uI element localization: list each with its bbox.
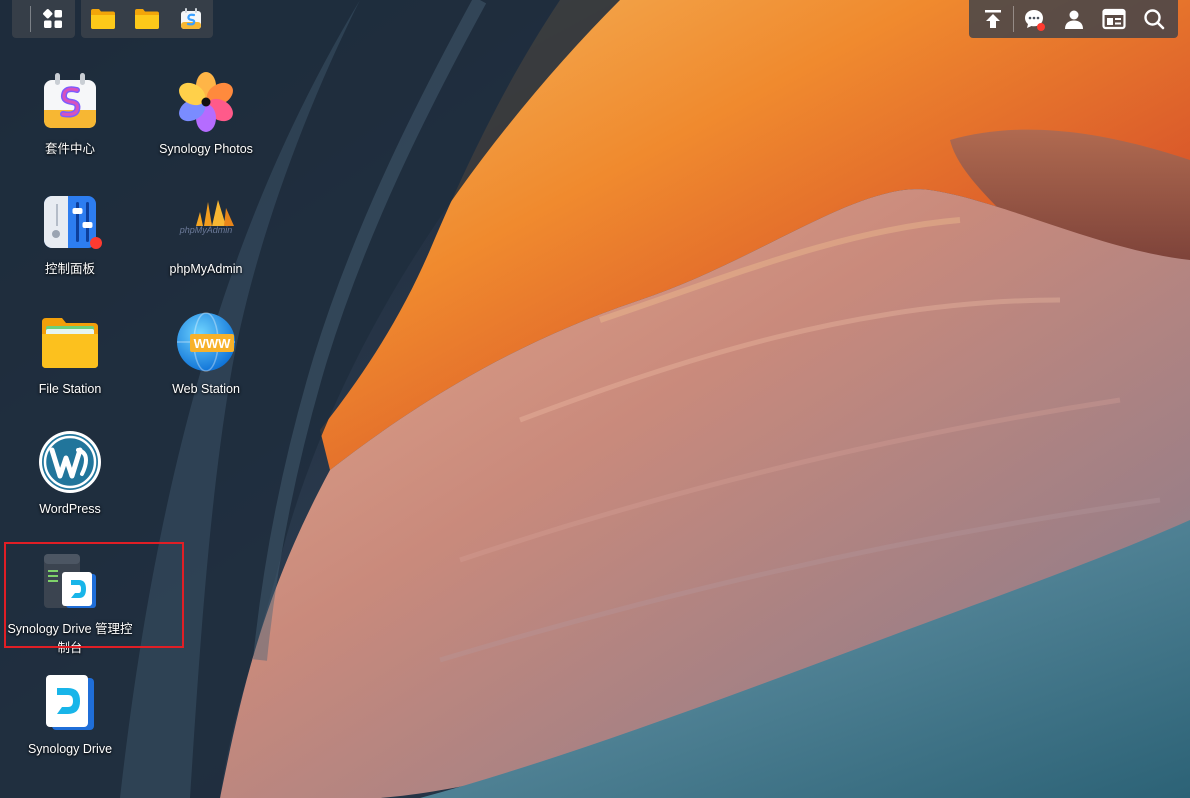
desktop-icon-wordpress[interactable]: WordPress [2,422,138,532]
user-icon [1065,10,1083,29]
taskbar-spacer [12,0,30,38]
highlight-annotation-box [4,542,184,648]
control-panel-app-icon [38,190,102,254]
search-button[interactable] [1134,0,1174,38]
desktop-icon-label: 套件中心 [44,142,95,156]
folder-icon [135,9,159,29]
desktop-icon-label: File Station [38,382,102,396]
synology-photos-app-icon [174,70,238,134]
taskbar-tray [969,0,1178,38]
desktop-icon-package-center[interactable]: 套件中心 [2,62,138,172]
desktop-icon-label: Web Station [172,382,240,396]
synology-drive-icon [46,675,94,730]
wordpress-icon [39,431,101,493]
synology-drive-app-icon [38,670,102,734]
update-badge [90,237,102,249]
taskbar-package-center[interactable] [169,0,213,38]
folder-icon [91,9,115,29]
package-center-app-icon [38,70,102,134]
widgets-icon [1102,8,1126,30]
package-center-icon [44,73,96,128]
desktop-icon-file-station[interactable]: File Station [2,302,138,412]
www-badge-text: WWW [194,336,232,351]
notification-badge [1037,23,1045,31]
desktop-icon-label: WordPress [39,502,101,516]
wordpress-app-icon [38,430,102,494]
desktop-icon-synology-photos[interactable]: Synology Photos [138,62,274,172]
desktop-icon-label: Synology Photos [159,142,253,156]
apps-grid-icon [43,9,62,28]
main-menu-button[interactable] [31,0,75,38]
phpmyadmin-sail-icon: phpMyAdmin [179,200,234,235]
taskbar-file-station-1[interactable] [81,0,125,38]
widgets-button[interactable] [1094,0,1134,38]
upload-icon [985,10,1001,28]
desktop-icon-synology-drive[interactable]: Synology Drive [2,662,138,772]
user-button[interactable] [1054,0,1094,38]
desktop-icon-label: Synology Drive [27,742,113,756]
phpmyadmin-app-icon: phpMyAdmin [174,190,238,254]
folder-icon [42,318,98,368]
main-menu-group [12,0,75,38]
desktop-icon-label: 控制面板 [44,262,95,276]
phpmyadmin-logo-text: phpMyAdmin [179,225,233,235]
upload-tray-button[interactable] [973,0,1013,38]
photos-flower-icon [179,72,233,132]
package-center-icon [181,8,201,29]
notification-button[interactable] [1014,0,1054,38]
desktop-icon-control-panel[interactable]: 控制面板 [2,182,138,292]
web-station-app-icon: WWW [174,310,238,374]
search-icon [1144,9,1165,30]
desktop-icon-phpmyadmin[interactable]: phpMyAdmin phpMyAdmin [138,182,274,292]
desktop-icon-label: phpMyAdmin [169,262,243,276]
desktop-icon-web-station[interactable]: WWW Web Station [138,302,274,412]
taskbar-left [12,0,213,38]
taskbar-file-station-2[interactable] [125,0,169,38]
pinned-apps-group [81,0,213,38]
globe-www-icon: WWW [177,312,235,372]
file-station-app-icon [38,310,102,374]
